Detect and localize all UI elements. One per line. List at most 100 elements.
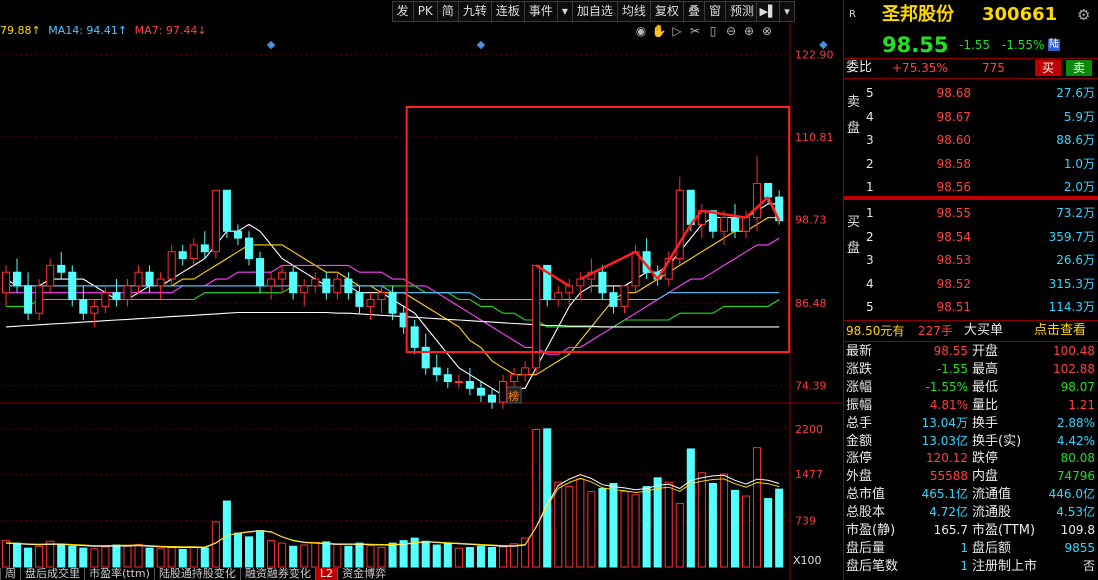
- chart-toolbar: 发PK简九转连板事件▾加自选均线复权叠窗预测更多 ▶▌ ▾: [0, 0, 842, 22]
- volume-bar: [24, 547, 33, 568]
- toolbar-button-6[interactable]: ▾: [556, 1, 572, 22]
- candle-body: [156, 278, 165, 287]
- candle-body: [366, 299, 375, 307]
- toolbar-button-8[interactable]: 均线: [616, 1, 650, 22]
- indicator-tab-3[interactable]: 陆股通持股变化: [153, 568, 240, 580]
- volume-bar: [498, 546, 508, 568]
- zoom-in-icon[interactable]: ⊕: [741, 23, 757, 39]
- toolbar-button-12[interactable]: 预测: [724, 1, 758, 22]
- volume-bar: [377, 547, 386, 568]
- candle-body: [112, 292, 121, 301]
- pin-icon[interactable]: ▶▌: [756, 1, 780, 22]
- delete-icon[interactable]: ▯: [705, 23, 721, 39]
- candle-body: [145, 271, 154, 287]
- indicator-tab-5[interactable]: L2: [314, 568, 338, 580]
- stat-value: 74796: [1056, 469, 1095, 484]
- bid-level-2[interactable]: 2 98.54 359.7万: [844, 228, 1098, 246]
- quote-panel: R 圣邦股份 300661 ⚙ 98.55 -1.55 -1.55% 陆 委比 …: [843, 0, 1098, 580]
- toolbar-button-9[interactable]: 复权: [649, 1, 683, 22]
- indicator-tab-0[interactable]: 周: [0, 568, 20, 580]
- close-circle-icon[interactable]: ⊗: [759, 23, 775, 39]
- volume-bar: [13, 542, 22, 568]
- volume-bar: [686, 448, 695, 568]
- ask-level-1[interactable]: 1 98.56 2.0万: [844, 178, 1098, 196]
- buy-button[interactable]: 买: [1035, 60, 1061, 76]
- play-icon[interactable]: ▷: [669, 23, 685, 39]
- toolbar-button-0[interactable]: 发: [391, 1, 413, 22]
- toolbar-button-4[interactable]: 连板: [490, 1, 524, 22]
- y-tick-label: 98.73: [795, 213, 827, 226]
- candle-body: [68, 271, 77, 301]
- sell-button[interactable]: 卖: [1066, 60, 1092, 76]
- ma-legend: 79.88↑ MA14: 94.41↑ MA7: 97.44↓: [0, 24, 207, 37]
- volume-bar: [90, 548, 99, 568]
- volume-bar: [355, 542, 364, 568]
- big-order-row[interactable]: 98.50元有 227手 大买单 点击查看: [844, 322, 1098, 340]
- trend-arrow: [656, 223, 692, 280]
- toolbar-button-3[interactable]: 九转: [457, 1, 491, 22]
- bid-level-1[interactable]: 1 98.55 73.2万: [844, 204, 1098, 222]
- volume-bar: [167, 547, 176, 568]
- ask-level-4[interactable]: 4 98.67 5.9万: [844, 108, 1098, 126]
- toolbar-button-11[interactable]: 窗: [703, 1, 725, 22]
- big-order-link[interactable]: 点击查看: [1034, 322, 1086, 340]
- toolbar-button-7[interactable]: 加自选: [571, 1, 617, 22]
- candle-body: [741, 217, 751, 232]
- volume-bar: [543, 428, 552, 568]
- stock-name: 圣邦股份: [882, 4, 954, 25]
- level-volume: 26.6万: [1056, 253, 1095, 267]
- y-tick-label: 86.48: [795, 297, 827, 310]
- volume-bar: [697, 472, 706, 568]
- weibi-label: 委比: [846, 60, 873, 75]
- bid-level-3[interactable]: 3 98.53 26.6万: [844, 251, 1098, 269]
- y-tick-label: 110.81: [795, 131, 834, 144]
- candle-body: [719, 217, 728, 232]
- candle-body: [421, 346, 430, 369]
- gear-icon[interactable]: ⚙: [1077, 4, 1090, 26]
- ask-level-3[interactable]: 3 98.60 88.6万: [844, 131, 1098, 149]
- volume-bar: [278, 542, 287, 568]
- indicator-tab-2[interactable]: 市盈率(ttm): [84, 568, 154, 580]
- volume-bar: [587, 491, 596, 568]
- indicator-tab-4[interactable]: 融资融券变化: [239, 568, 315, 580]
- bid-level-5[interactable]: 5 98.51 114.3万: [844, 298, 1098, 316]
- price-line: 98.55 -1.55 -1.55% 陆: [844, 32, 1098, 58]
- chart-area[interactable]: 122.90 110.81 98.73 86.48 74.39 2200 1477 739 X1…: [0, 0, 842, 580]
- volume-ma-line: [5, 474, 780, 549]
- ask-level-2[interactable]: 2 98.58 1.0万: [844, 155, 1098, 173]
- volume-tick-label: 2200: [795, 423, 823, 436]
- r-tag: R: [849, 9, 856, 20]
- volume-bar: [233, 532, 242, 568]
- candle-body: [200, 244, 209, 253]
- scissors-icon[interactable]: ✂: [687, 23, 703, 39]
- volume-bar: [730, 489, 740, 568]
- volume-bar: [465, 547, 474, 568]
- chevron-down-icon[interactable]: ▾: [779, 1, 795, 22]
- volume-bar: [775, 488, 784, 568]
- stat-row: 盘后量 1 盘后额 9855: [844, 540, 1098, 557]
- kline-chart[interactable]: 122.90 110.81 98.73 86.48 74.39 2200 1477 739 X1…: [0, 0, 842, 580]
- volume-bar: [123, 545, 132, 568]
- price-pct: -1.55%: [1002, 38, 1045, 52]
- candle-body: [24, 285, 33, 314]
- candle-body: [134, 271, 143, 287]
- indicator-tab-1[interactable]: 盘后成交里: [20, 568, 84, 580]
- volume-bar: [322, 541, 331, 568]
- volume-bar: [256, 530, 265, 568]
- volume-bar: [708, 482, 717, 568]
- ask-level-5[interactable]: 5 98.68 27.6万: [844, 84, 1098, 102]
- eye-icon[interactable]: ◉: [633, 23, 649, 39]
- bid-level-4[interactable]: 4 98.52 315.3万: [844, 275, 1098, 293]
- candle-body: [476, 387, 485, 396]
- toolbar-button-1[interactable]: PK: [412, 1, 437, 22]
- lu-badge: 陆: [1048, 39, 1060, 51]
- indicator-tab-6[interactable]: 资金博弈: [337, 568, 390, 580]
- toolbar-button-2[interactable]: 简: [436, 1, 458, 22]
- candle-body: [256, 258, 265, 287]
- toolbar-button-5[interactable]: 事件: [523, 1, 557, 22]
- stat-value: 80.08: [1060, 451, 1095, 466]
- hand-icon[interactable]: ✋: [651, 23, 667, 39]
- zoom-out-icon[interactable]: ⊖: [723, 23, 739, 39]
- volume-bar: [333, 543, 342, 568]
- toolbar-button-10[interactable]: 叠: [682, 1, 704, 22]
